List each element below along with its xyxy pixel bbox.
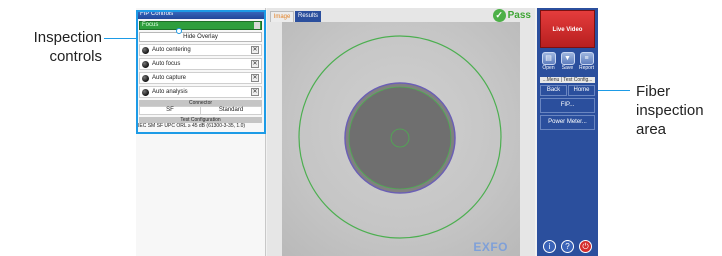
checkmark-icon: ✓ <box>492 9 506 22</box>
callout-inspection-controls: Inspection controls <box>4 28 102 66</box>
info-icon[interactable]: i <box>543 240 556 253</box>
pass-status-badge: ✓ Pass <box>492 9 531 23</box>
contact-zone-ring <box>348 86 452 190</box>
help-icon[interactable]: ? <box>561 240 574 253</box>
fiber-inspection-app: FIP Controls Focus Hide Overlay Auto cen… <box>136 8 598 256</box>
fip-menu-button[interactable]: FIP... <box>540 98 595 113</box>
back-button[interactable]: Back <box>540 85 567 96</box>
left-leader-line <box>104 38 138 39</box>
exfo-logo: EXFO <box>473 240 508 254</box>
callout-right-line1: Fiber <box>636 83 671 100</box>
save-icon: ▼ <box>560 52 575 65</box>
callout-right-line3: area <box>636 121 667 138</box>
open-label: Open <box>542 65 555 71</box>
controls-highlight-frame <box>136 10 266 134</box>
viewer-tabs: Image Results ✓ Pass <box>267 8 535 22</box>
fiber-end-face-svg <box>298 35 502 239</box>
tab-results[interactable]: Results <box>295 11 321 22</box>
save-label: Save <box>561 65 574 71</box>
save-button[interactable]: ▼ Save <box>559 52 576 74</box>
callout-fiber-inspection-area: Fiber inspection area <box>636 82 722 139</box>
menu-caption: ...Menu | Test Config... <box>540 77 595 83</box>
report-label: Report <box>578 65 594 71</box>
fiber-end-face-image: EXFO <box>282 22 520 256</box>
power-meter-button[interactable]: Power Meter... <box>540 115 595 130</box>
report-button[interactable]: ≡ Report <box>578 52 595 74</box>
power-icon[interactable]: ⏻ <box>579 240 592 253</box>
folder-icon: ▤ <box>541 52 556 65</box>
open-button[interactable]: ▤ Open <box>540 52 557 74</box>
callout-right-line2: inspection <box>636 102 704 119</box>
callout-left-line1: Inspection <box>33 29 102 46</box>
report-icon: ≡ <box>579 52 594 65</box>
home-button[interactable]: Home <box>568 85 595 96</box>
inspection-controls-panel: FIP Controls Focus Hide Overlay Auto cen… <box>136 8 266 256</box>
fiber-inspection-area: Image Results ✓ Pass EXFO <box>267 8 535 256</box>
pass-status-text: Pass <box>507 10 531 21</box>
callout-left-line2: controls <box>49 48 102 65</box>
main-menu-sidebar: Live Video ▤ Open ▼ Save ≡ Report ...Men… <box>537 8 598 256</box>
tab-image[interactable]: Image <box>270 11 294 22</box>
live-video-button[interactable]: Live Video <box>540 10 595 48</box>
